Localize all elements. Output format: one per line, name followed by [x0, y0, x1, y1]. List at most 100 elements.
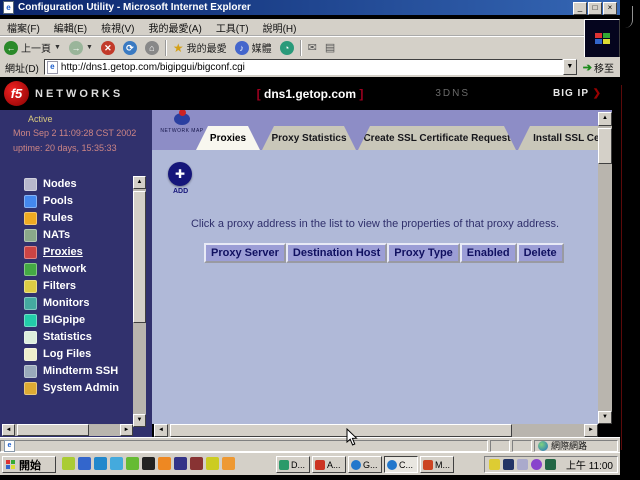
sidebar-item-rules[interactable]: Rules [24, 212, 119, 224]
volume-icon[interactable] [489, 459, 500, 470]
menu-favorites[interactable]: 我的最愛(A) [141, 20, 208, 35]
taskbar-window-button[interactable]: A... [312, 456, 346, 473]
mindterm-ssh-icon [24, 365, 37, 378]
tray-app-icon[interactable] [517, 459, 528, 470]
scroll-up-icon[interactable]: ▲ [598, 112, 612, 126]
tab-create-ssl-certificate-request[interactable]: Create SSL Certificate Request [358, 126, 516, 150]
forward-dropdown-icon[interactable]: ▼ [86, 44, 93, 51]
sidebar-item-mindterm-ssh[interactable]: Mindterm SSH [24, 365, 119, 377]
tray-app-icon[interactable] [531, 459, 542, 470]
back-button[interactable]: ← 上一頁 ▼ [0, 38, 65, 57]
quicklaunch-icon[interactable] [158, 457, 171, 470]
forward-button[interactable]: → ▼ [65, 38, 97, 57]
quicklaunch-icon[interactable] [222, 457, 235, 470]
favorites-button[interactable]: ★ 我的最愛 [169, 38, 231, 57]
scroll-down-icon[interactable]: ▼ [598, 411, 612, 424]
sidebar-horizontal-scrollbar[interactable]: ◄ ► [2, 424, 133, 436]
sidebar-item-proxies[interactable]: Proxies [24, 246, 119, 258]
column-header-enabled[interactable]: Enabled [460, 243, 517, 263]
print-button[interactable]: ▤ [321, 38, 339, 57]
mouse-cursor [346, 428, 358, 447]
taskbar-window-button[interactable]: D... [276, 456, 310, 473]
quicklaunch-icon[interactable] [126, 457, 139, 470]
scrollbar-thumb[interactable] [133, 191, 146, 323]
scroll-down-icon[interactable]: ▼ [133, 414, 146, 427]
monitors-icon [24, 297, 37, 310]
minimize-button[interactable]: _ [573, 2, 587, 15]
menu-file[interactable]: 檔案(F) [0, 20, 47, 35]
sidebar-item-network[interactable]: Network [24, 263, 119, 275]
history-button[interactable]: ◔ [276, 38, 298, 57]
statistics-icon [24, 331, 37, 344]
scrollbar-thumb[interactable] [17, 424, 89, 436]
quicklaunch-icon[interactable] [142, 457, 155, 470]
sidebar-item-filters[interactable]: Filters [24, 280, 119, 292]
sidebar-item-bigpipe[interactable]: BIGpipe [24, 314, 119, 326]
main-horizontal-scrollbar[interactable]: ◄ ► [154, 424, 598, 437]
mail-button[interactable]: ✉ [304, 38, 321, 57]
scroll-up-icon[interactable]: ▲ [133, 176, 146, 189]
navigation-sidebar: Active Mon Sep 2 11:09:28 CST 2002 uptim… [0, 110, 152, 437]
back-dropdown-icon[interactable]: ▼ [54, 44, 61, 51]
maximize-button[interactable]: □ [588, 2, 602, 15]
scroll-right-icon[interactable]: ► [120, 424, 133, 436]
app-icon [279, 460, 289, 470]
sidebar-item-system-admin[interactable]: System Admin [24, 382, 119, 394]
add-proxy-button[interactable]: ✚ [168, 162, 192, 186]
start-button[interactable]: 開始 [2, 456, 56, 473]
go-button[interactable]: ➔ 移至 [577, 60, 620, 75]
quicklaunch-icon[interactable] [78, 457, 91, 470]
security-zone-pane: 網際網路 [534, 440, 618, 452]
refresh-button[interactable]: ⟳ [119, 38, 141, 57]
sidebar-vertical-scrollbar[interactable]: ▲ ▼ [133, 176, 146, 426]
taskbar-window-button-active[interactable]: C... [384, 456, 418, 473]
sidebar-item-pools[interactable]: Pools [24, 195, 119, 207]
menu-help[interactable]: 說明(H) [256, 20, 304, 35]
quicklaunch-icon[interactable] [110, 457, 123, 470]
taskbar-clock[interactable]: 上午 11:00 [566, 457, 613, 472]
rules-icon [24, 212, 37, 225]
close-button[interactable]: × [603, 2, 617, 15]
main-vertical-scrollbar[interactable]: ▲ ▼ [598, 112, 612, 424]
status-pane [490, 440, 510, 452]
menu-edit[interactable]: 編輯(E) [47, 20, 94, 35]
home-button[interactable]: ⌂ [141, 38, 163, 57]
column-header-proxy-type[interactable]: Proxy Type [387, 243, 460, 263]
network-map-button[interactable]: NETWORK MAP [160, 113, 204, 134]
browser-toolbar: ← 上一頁 ▼ → ▼ ✕ ⟳ ⌂ ★ 我的最愛 ♪ 媒體 ◔ [0, 36, 584, 59]
column-header-delete[interactable]: Delete [517, 243, 564, 263]
address-dropdown-icon[interactable]: ▼ [563, 59, 577, 75]
sidebar-item-log-files[interactable]: Log Files [24, 348, 119, 360]
stop-button[interactable]: ✕ [97, 38, 119, 57]
tray-app-icon[interactable] [545, 459, 556, 470]
menu-tools[interactable]: 工具(T) [209, 20, 256, 35]
menu-view[interactable]: 檢視(V) [94, 20, 141, 35]
scrollbar-thumb[interactable] [598, 128, 612, 164]
scroll-left-icon[interactable]: ◄ [2, 424, 15, 436]
tab-proxies[interactable]: Proxies [196, 126, 260, 150]
scrollbar-thumb[interactable] [170, 424, 512, 437]
sidebar-item-nodes[interactable]: Nodes [24, 178, 119, 190]
ime-indicator-icon[interactable] [503, 459, 514, 470]
scroll-left-icon[interactable]: ◄ [154, 424, 168, 437]
media-button[interactable]: ♪ 媒體 [231, 38, 276, 57]
column-header-proxy-server[interactable]: Proxy Server [204, 243, 286, 263]
sidebar-item-monitors[interactable]: Monitors [24, 297, 119, 309]
toolbar-separator [165, 40, 167, 56]
window-titlebar[interactable]: e Configuration Utility - Microsoft Inte… [0, 0, 620, 15]
taskbar-window-button[interactable]: M... [420, 456, 454, 473]
address-input[interactable]: e http://dns1.getop.com/bigipgui/bigconf… [44, 59, 563, 75]
document-icon: e [4, 440, 15, 452]
taskbar-window-button[interactable]: G... [348, 456, 382, 473]
log-files-icon [24, 348, 37, 361]
quicklaunch-icon[interactable] [62, 457, 75, 470]
column-header-destination-host[interactable]: Destination Host [286, 243, 387, 263]
sidebar-item-nats[interactable]: NATs [24, 229, 119, 241]
sidebar-item-statistics[interactable]: Statistics [24, 331, 119, 343]
quicklaunch-icon[interactable] [174, 457, 187, 470]
quicklaunch-icon[interactable] [94, 457, 107, 470]
quicklaunch-icon[interactable] [206, 457, 219, 470]
scroll-right-icon[interactable]: ► [584, 424, 598, 437]
tab-proxy-statistics[interactable]: Proxy Statistics [262, 126, 356, 150]
quicklaunch-icon[interactable] [190, 457, 203, 470]
